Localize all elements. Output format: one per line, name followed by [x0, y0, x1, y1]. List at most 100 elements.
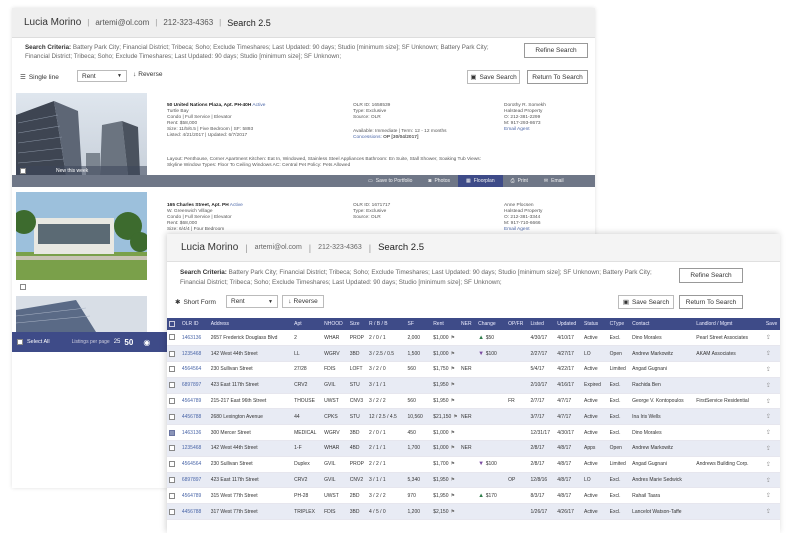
table-row[interactable]: 1463136 300 Mercer Street MEDICAL WGRV 3BD 2 … — [167, 424, 780, 442]
col-size[interactable]: Size — [347, 318, 368, 330]
row-olr-id[interactable]: 4564564 — [179, 361, 209, 378]
share-icon[interactable]: ⇪ — [766, 430, 771, 436]
col-sf[interactable]: SF — [405, 318, 432, 330]
table-row[interactable]: 4564564 230 Sullivan Street Duplex GVIL PROP… — [167, 456, 780, 473]
type-select[interactable]: Rent ▼ — [77, 70, 127, 82]
view-mode-toggle[interactable]: ✱ Short Form — [175, 298, 216, 307]
row-save-cell[interactable]: ⇪ — [763, 345, 780, 363]
row-olr-id[interactable]: 4456788 — [179, 408, 209, 426]
save-search-button[interactable]: ▣ Save Search — [467, 70, 520, 84]
per-page-50[interactable]: 50 — [124, 338, 133, 347]
email-agent-link[interactable]: Email Agent — [504, 127, 594, 133]
col-updated[interactable]: Updated — [555, 318, 582, 330]
col-contact[interactable]: Contact — [630, 318, 695, 330]
row-olr-id[interactable]: 4564789 — [179, 393, 209, 410]
floorplan-button[interactable]: ▦ Floorplan — [458, 175, 503, 187]
reverse-button[interactable]: ↓ Reverse — [282, 295, 324, 308]
row-checkbox-cell[interactable] — [167, 393, 180, 410]
col-apt[interactable]: Apt — [292, 318, 323, 330]
row-save-cell[interactable]: ⇪ — [763, 408, 780, 426]
share-icon[interactable]: ⇪ — [766, 509, 771, 515]
row-olr-id[interactable]: 1235468 — [179, 345, 209, 363]
row-checkbox-cell[interactable] — [167, 487, 180, 505]
row-save-cell[interactable]: ⇪ — [763, 424, 780, 442]
table-row[interactable]: 1235468 142 West 44th Street 1-F WHAR 4BD 2 /… — [167, 440, 780, 457]
row-checkbox-cell[interactable] — [167, 361, 180, 378]
share-icon[interactable]: ⇪ — [766, 367, 771, 373]
table-row[interactable]: 4564789 315 West 77th Street PH-28 UWST 2BD 3… — [167, 487, 780, 505]
listing-address[interactable]: 165 Charles Street, Apt. PH — [167, 203, 229, 208]
listing-photo[interactable]: New this week — [16, 93, 147, 175]
row-checkbox[interactable] — [169, 350, 175, 357]
row-save-cell[interactable]: ⇪ — [763, 503, 780, 521]
listing-photo[interactable] — [16, 296, 147, 332]
col-landlord[interactable]: Landlord / Mgmt — [694, 318, 764, 330]
listing-checkbox[interactable] — [20, 167, 26, 174]
row-checkbox-cell[interactable] — [167, 345, 180, 363]
col-ctype[interactable]: CType — [607, 318, 631, 330]
row-olr-id[interactable]: 4456788 — [179, 503, 209, 521]
row-save-cell[interactable]: ⇪ — [763, 361, 780, 378]
col-nhood[interactable]: NHOOD — [322, 318, 348, 330]
row-checkbox[interactable] — [169, 366, 175, 373]
col-rent[interactable]: Rent — [431, 318, 459, 330]
email-agent-link[interactable]: Email Agent — [504, 227, 594, 233]
row-save-cell[interactable]: ⇪ — [763, 330, 780, 347]
row-checkbox[interactable] — [169, 334, 175, 341]
col-save[interactable]: Save — [763, 318, 780, 330]
col-olr-id[interactable]: OLR ID — [179, 318, 209, 330]
row-save-cell[interactable]: ⇪ — [763, 487, 780, 505]
row-checkbox-cell[interactable] — [167, 377, 180, 394]
row-checkbox[interactable] — [169, 508, 175, 515]
listing-photo[interactable] — [16, 192, 147, 280]
print-button[interactable]: ⎙ Print — [503, 175, 536, 187]
col-opfr[interactable]: OP/FR — [506, 318, 529, 330]
share-icon[interactable]: ⇪ — [766, 446, 771, 452]
share-icon[interactable]: ⇪ — [766, 478, 771, 484]
share-icon[interactable]: ⇪ — [766, 399, 771, 405]
row-checkbox[interactable] — [169, 445, 175, 452]
row-checkbox-cell[interactable] — [167, 456, 180, 473]
row-checkbox[interactable] — [169, 476, 175, 483]
listing-address[interactable]: 50 United Nations Plaza, Apt. PH-40H — [167, 103, 251, 108]
select-all-header[interactable] — [167, 318, 180, 330]
row-checkbox-cell[interactable] — [167, 424, 180, 442]
per-page-25[interactable]: 25 — [114, 339, 121, 345]
row-checkbox-cell[interactable] — [167, 503, 180, 521]
row-olr-id[interactable]: 1235468 — [179, 440, 209, 457]
row-checkbox[interactable] — [169, 397, 175, 404]
type-select[interactable]: Rent ▼ — [226, 295, 278, 308]
table-row[interactable]: 1463136 2657 Frederick Douglass Blvd 2 WHAR… — [167, 330, 780, 347]
row-olr-id[interactable]: 4564789 — [179, 487, 209, 505]
share-icon[interactable]: ⇪ — [766, 414, 771, 420]
table-row[interactable]: 4564564 230 Sullivan Street 27/28 FDIS LOFT 3… — [167, 361, 780, 378]
listing-checkbox[interactable] — [20, 284, 26, 290]
table-row[interactable]: 4564789 215-217 East 96th Street THOUSE UWS… — [167, 393, 780, 410]
share-icon[interactable]: ⇪ — [766, 383, 771, 389]
row-save-cell[interactable]: ⇪ — [763, 472, 780, 489]
row-checkbox-cell[interactable] — [167, 330, 180, 347]
refine-search-button[interactable]: Refine Search — [524, 43, 588, 58]
row-checkbox-cell[interactable] — [167, 440, 180, 457]
col-rbb[interactable]: R / B / B — [367, 318, 406, 330]
row-save-cell[interactable]: ⇪ — [763, 393, 780, 410]
email-button[interactable]: ✉ Email — [536, 175, 572, 187]
row-olr-id[interactable]: 4564564 — [179, 456, 209, 473]
share-icon[interactable]: ⇪ — [766, 493, 771, 499]
view-mode-toggle[interactable]: ☰ Single line — [20, 73, 59, 82]
row-checkbox[interactable] — [169, 461, 175, 468]
table-row[interactable]: 4456788 2680 Lexington Avenue 44 CPKS STU 12 … — [167, 408, 780, 426]
save-to-portfolio-button[interactable]: ▭ Save to Portfolio — [360, 175, 420, 187]
table-row[interactable]: 1235468 142 West 44th Street LL WGRV 3BD 3 / … — [167, 345, 780, 363]
row-checkbox-cell[interactable] — [167, 472, 180, 489]
share-icon[interactable]: ⇪ — [766, 335, 771, 341]
col-status[interactable]: Status — [581, 318, 608, 330]
row-checkbox[interactable] — [169, 429, 175, 436]
table-row[interactable]: 6897897 423 East 117th Street CRV2 GVIL STU 3… — [167, 377, 780, 394]
select-all-label[interactable]: Select All — [27, 339, 50, 345]
row-olr-id[interactable]: 1463136 — [179, 330, 209, 347]
row-olr-id[interactable]: 6897897 — [179, 472, 209, 489]
row-save-cell[interactable]: ⇪ — [763, 377, 780, 394]
row-olr-id[interactable]: 1463136 — [179, 424, 209, 442]
col-address[interactable]: Address — [208, 318, 293, 330]
